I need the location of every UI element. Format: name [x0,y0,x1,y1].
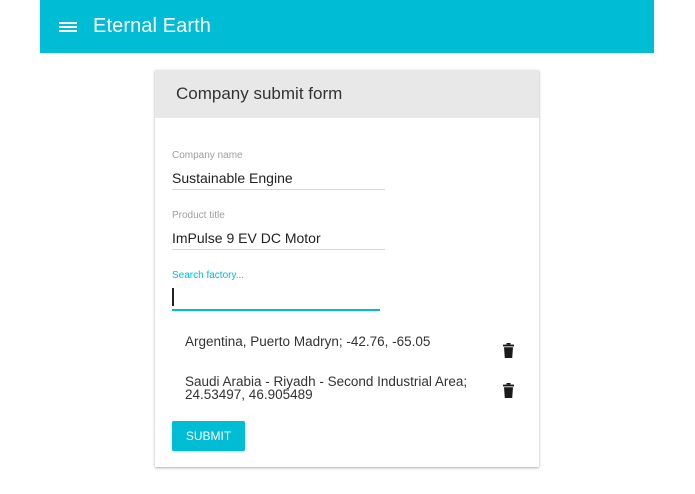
company-name-field[interactable]: Company name Sustainable Engine [172,150,385,190]
product-title-field[interactable]: Product title ImPulse 9 EV DC Motor [172,210,385,250]
top-app-bar: Eternal Earth [40,0,654,53]
search-factory-label: Search factory... [172,270,245,281]
factory-item-text: Argentina, Puerto Madryn; -42.76, -65.05 [185,334,431,349]
search-factory-input[interactable] [172,288,380,306]
factory-item: Argentina, Puerto Madryn; -42.76, -65.05 [185,334,525,349]
form-title: Company submit form [155,70,539,118]
app-title: Eternal Earth [93,15,212,37]
factory-item: Saudi Arabia - Riyadh - Second Industria… [185,375,525,402]
company-name-underline [172,189,385,190]
menu-icon[interactable] [59,20,77,34]
app-root: Eternal Earth Company submit form Compan… [0,0,695,494]
product-title-value[interactable]: ImPulse 9 EV DC Motor [172,229,385,249]
submit-button[interactable]: SUBMIT [172,421,245,451]
product-title-label: Product title [172,210,225,221]
company-name-label: Company name [172,150,243,161]
factory-item-coords: 24.53497, 46.905489 [185,387,313,402]
product-title-underline [172,249,385,250]
delete-icon[interactable] [503,383,514,398]
company-name-value[interactable]: Sustainable Engine [172,169,385,189]
search-factory-underline [172,309,380,311]
company-submit-form: Company submit form Company name Sustain… [155,70,539,467]
delete-icon[interactable] [503,343,514,358]
search-factory-field[interactable]: Search factory... [172,270,380,311]
